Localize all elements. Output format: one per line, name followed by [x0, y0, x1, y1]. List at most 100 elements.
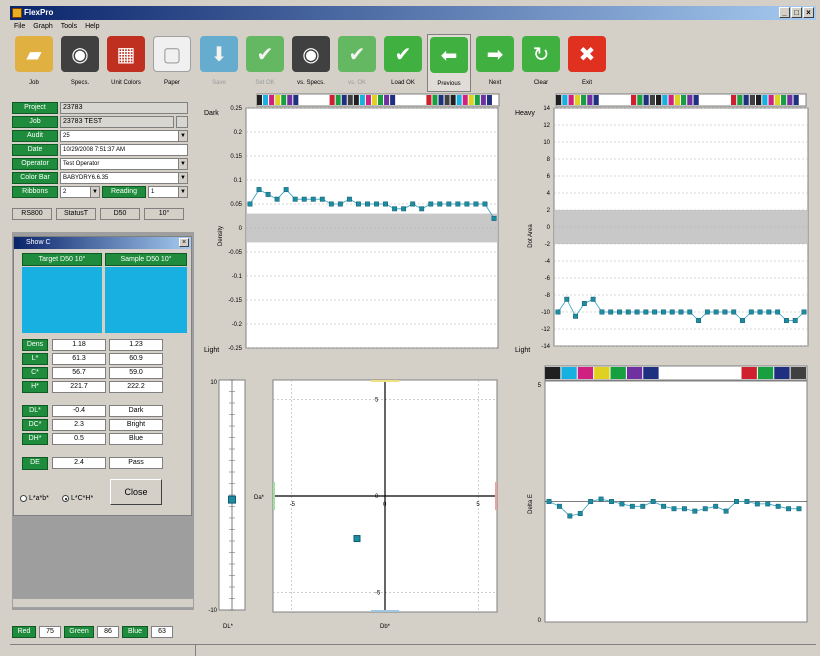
- deltae-bottom-tick: 0: [538, 618, 542, 624]
- density-chart-data-point: [292, 196, 298, 202]
- dotarea-chart-data-point: [643, 309, 649, 315]
- dotarea-colorbar-swatch: [562, 95, 568, 105]
- dotarea-top-label: Heavy: [515, 110, 535, 117]
- dotarea-colorbar-swatch: [743, 95, 749, 105]
- deltae-data-point: [681, 506, 687, 512]
- density-colorbar-swatch: [378, 95, 384, 105]
- dotarea-colorbar-swatch: [699, 95, 705, 105]
- dotarea-chart-data-point: [740, 318, 745, 323]
- dotarea-colorbar-swatch: [724, 95, 730, 105]
- density-chart-data-point: [310, 196, 316, 202]
- ab-blue-marker: [371, 610, 399, 612]
- deltae-data-point: [556, 503, 562, 509]
- dotarea-chart-tick-label: 2: [547, 208, 551, 214]
- deltae-colorbar-swatch: [708, 367, 725, 379]
- density-colorbar-swatch: [269, 95, 275, 105]
- deltae-colorbar-swatch: [594, 367, 610, 379]
- density-chart-data-point: [464, 201, 470, 207]
- density-colorbar-swatch: [263, 95, 269, 105]
- density-chart-data-point: [265, 191, 271, 197]
- density-chart-data-point: [482, 201, 488, 207]
- dotarea-chart-data-point: [599, 309, 605, 315]
- density-chart-data-point: [419, 206, 425, 212]
- density-chart-tick-label: 0.15: [230, 154, 242, 160]
- density-colorbar-swatch: [468, 95, 474, 105]
- dotarea-chart-data-point: [757, 309, 763, 315]
- deltae-colorbar-swatch: [741, 367, 757, 379]
- density-chart-data-point: [337, 201, 343, 207]
- deltae-data-point: [754, 501, 760, 507]
- dotarea-chart-data-point: [573, 313, 579, 319]
- deltae-colorbar-swatch: [692, 367, 708, 379]
- dotarea-chart-data-point: [801, 309, 807, 315]
- dotarea-ylabel: Dot Area: [528, 224, 534, 248]
- dotarea-bottom-label: Light: [515, 347, 530, 354]
- density-chart-tick-label: -0.2: [232, 322, 243, 328]
- dotarea-chart-data-point: [590, 296, 596, 302]
- dotarea-chart-data-point: [792, 318, 798, 323]
- density-colorbar-swatch: [414, 95, 420, 105]
- deltae-colorbar-swatch: [676, 367, 692, 379]
- dotarea-chart-data-point: [652, 309, 658, 315]
- deltae-data-point: [702, 506, 708, 512]
- dotarea-chart-data-point: [625, 309, 631, 315]
- deltae-data-point: [619, 501, 625, 507]
- ab-ylabel: Db*: [380, 624, 391, 630]
- ab-x-tick-label: -5: [290, 502, 296, 508]
- deltae-colorbar-swatch: [790, 367, 806, 379]
- density-colorbar-swatch: [287, 95, 293, 105]
- deltae-data-point: [723, 508, 729, 514]
- ab-y-tick-label: -5: [375, 591, 381, 597]
- dotarea-colorbar-swatch: [618, 95, 624, 105]
- dotarea-colorbar-swatch: [712, 95, 718, 105]
- dotarea-colorbar-swatch: [681, 95, 687, 105]
- density-chart-tick-label: 0.25: [230, 106, 242, 112]
- dotarea-colorbar-swatch: [774, 95, 780, 105]
- deltae-data-point: [588, 499, 594, 504]
- dotarea-colorbar-swatch: [687, 95, 693, 105]
- density-colorbar-swatch: [365, 95, 371, 105]
- dotarea-colorbar-swatch: [637, 95, 643, 105]
- dotarea-chart-data-point: [713, 309, 719, 315]
- density-chart-data-point: [256, 187, 262, 193]
- deltae-colorbar-swatch: [545, 367, 561, 379]
- density-colorbar-swatch: [384, 95, 390, 105]
- deltae-colorbar-swatch: [643, 367, 659, 379]
- density-colorbar-swatch: [450, 95, 456, 105]
- deltae-data-point: [609, 499, 614, 504]
- deltae-ylabel: Delta E: [528, 494, 534, 514]
- density-colorbar-swatch: [335, 95, 341, 105]
- density-chart-tick-label: 0.1: [234, 178, 243, 184]
- dotarea-chart-data-point: [704, 309, 710, 315]
- density-colorbar-swatch: [480, 95, 486, 105]
- density-colorbar-swatch: [408, 95, 414, 105]
- dotarea-colorbar-swatch: [643, 95, 649, 105]
- density-colorbar-swatch: [432, 95, 438, 105]
- dotarea-chart-tick-label: -10: [541, 310, 550, 316]
- density-colorbar-swatch: [293, 95, 299, 105]
- dotarea-chart-data-point: [748, 309, 754, 315]
- density-colorbar-swatch: [462, 95, 468, 105]
- dotarea-colorbar-swatch: [768, 95, 774, 105]
- dotarea-chart-tick-label: 10: [543, 140, 550, 146]
- dotarea-chart-tick-label: -6: [545, 276, 551, 282]
- density-colorbar-swatch: [486, 95, 492, 105]
- dotarea-colorbar-swatch: [587, 95, 593, 105]
- dotarea-colorbar-swatch: [781, 95, 787, 105]
- density-chart-data-point: [392, 206, 398, 212]
- dotarea-chart-data-point: [564, 296, 570, 302]
- density-top-label: Dark: [204, 110, 219, 117]
- density-colorbar-swatch: [456, 95, 462, 105]
- deltae-colorbar-swatch: [757, 367, 774, 379]
- dotarea-colorbar-swatch: [799, 95, 805, 105]
- dotarea-chart-tick-label: 12: [543, 123, 550, 129]
- dotarea-colorbar-swatch: [599, 95, 605, 105]
- ab-green-marker: [273, 482, 275, 510]
- dotarea-chart-data-point: [766, 309, 772, 315]
- density-chart-data-point: [355, 201, 361, 207]
- dl-bar-marker: [228, 495, 236, 504]
- dotarea-chart-data-point: [687, 309, 693, 315]
- dl-bar-top-tick: 10: [210, 380, 217, 386]
- deltae-data-point: [744, 499, 750, 504]
- density-chart-data-point: [365, 201, 370, 207]
